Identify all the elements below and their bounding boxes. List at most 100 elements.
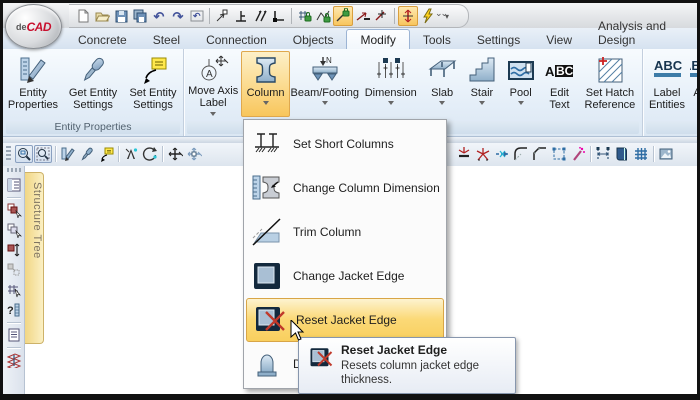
get-entity-settings-button[interactable]: Get Entity Settings bbox=[62, 51, 124, 117]
zoom-extents-icon[interactable] bbox=[34, 145, 52, 163]
structure-tree-tab[interactable]: Structure Tree bbox=[25, 172, 44, 344]
break-icon[interactable] bbox=[455, 145, 473, 163]
tab-modify[interactable]: Modify bbox=[346, 29, 409, 49]
tab-steel[interactable]: Steel bbox=[140, 30, 193, 49]
grid-snap-lock-icon[interactable] bbox=[295, 7, 313, 25]
column-head-icon bbox=[250, 347, 284, 381]
explode-icon[interactable] bbox=[474, 145, 492, 163]
move-axis-label-button[interactable]: A Move Axis Label bbox=[185, 51, 241, 117]
hatch-reference-icon bbox=[594, 53, 626, 87]
fillet-icon[interactable] bbox=[512, 145, 530, 163]
entity-properties-button[interactable]: Entity Properties bbox=[4, 51, 62, 117]
osnap-lock-icon[interactable] bbox=[333, 6, 353, 26]
toolbar-drag-handle[interactable] bbox=[6, 146, 11, 162]
snap-to-entity-icon[interactable] bbox=[354, 7, 372, 25]
ribbon-group-partial: ABC Label Entities AB A bbox=[643, 49, 697, 136]
edit-text-button[interactable]: ABC Edit Text bbox=[540, 51, 579, 117]
tab-objects[interactable]: Objects bbox=[280, 30, 347, 49]
dropdown-caret bbox=[479, 101, 485, 108]
set-hatch-reference-button[interactable]: Set Hatch Reference bbox=[579, 51, 641, 117]
entity-properties-small-icon[interactable] bbox=[59, 145, 77, 163]
copy-entity-icon[interactable] bbox=[5, 201, 23, 219]
parallel-snap-icon[interactable] bbox=[251, 7, 269, 25]
move-entity-icon[interactable] bbox=[5, 241, 23, 259]
magic-select-icon[interactable] bbox=[569, 145, 587, 163]
undo-all-icon[interactable]: ↶ bbox=[188, 7, 206, 25]
toolbar-drag-handle[interactable] bbox=[7, 168, 21, 172]
customize-quick-access-icon[interactable]: ⌄⌄ bbox=[435, 8, 446, 19]
separator bbox=[291, 8, 292, 24]
move-axis-label-small-icon[interactable] bbox=[122, 145, 140, 163]
perpendicular-snap-icon[interactable] bbox=[232, 7, 250, 25]
menu-item-label: Change Column Dimension bbox=[293, 181, 440, 195]
left-toolbar: ? bbox=[3, 166, 25, 394]
menu-item-change-column-dimension[interactable]: Change Column Dimension bbox=[244, 166, 446, 210]
edit-text-icon: ABC bbox=[543, 53, 575, 87]
menu-item-set-short-columns[interactable]: Set Short Columns bbox=[244, 122, 446, 166]
slab-button[interactable]: Slab bbox=[422, 51, 463, 117]
dimension-button[interactable]: Dimension bbox=[360, 51, 422, 117]
move-icon[interactable] bbox=[166, 145, 184, 163]
undo-icon[interactable]: ↶ bbox=[150, 7, 168, 25]
reset-jacket-edge-icon bbox=[253, 303, 287, 337]
chamfer-icon[interactable] bbox=[531, 145, 549, 163]
partial-cutoff-button[interactable]: AB A bbox=[690, 51, 697, 117]
ruler-pencil-icon bbox=[17, 53, 49, 87]
zoom-window-icon[interactable] bbox=[15, 145, 33, 163]
grid-edit-icon[interactable] bbox=[5, 281, 23, 299]
ortho-toggle-icon[interactable] bbox=[398, 6, 418, 26]
report-document-icon[interactable] bbox=[5, 326, 23, 344]
stretch-icon[interactable] bbox=[185, 145, 203, 163]
svg-text:BC: BC bbox=[556, 64, 574, 78]
separator bbox=[118, 146, 119, 162]
stair-button[interactable]: Stair bbox=[463, 51, 502, 117]
copy-entity-alt-icon[interactable] bbox=[5, 221, 23, 239]
move-axis-label-icon: A bbox=[197, 53, 229, 85]
save-all-icon[interactable] bbox=[131, 7, 149, 25]
set-entity-settings-button[interactable]: Set Entity Settings bbox=[124, 51, 182, 117]
pool-button[interactable]: Pool bbox=[501, 51, 540, 117]
polyline-snap-lock-icon[interactable] bbox=[314, 7, 332, 25]
array-entity-icon[interactable] bbox=[5, 261, 23, 279]
menu-item-change-jacket-edge[interactable]: Change Jacket Edge bbox=[244, 254, 446, 298]
move-node-icon[interactable] bbox=[213, 7, 231, 25]
edit-toolbar-left-group bbox=[6, 145, 203, 163]
column-button[interactable]: Column bbox=[241, 51, 290, 117]
query-entity-icon[interactable]: ? bbox=[5, 301, 23, 319]
tab-analysis-and-design[interactable]: Analysis and Design bbox=[585, 16, 697, 49]
short-columns-icon bbox=[250, 127, 284, 161]
dimension-icon bbox=[375, 53, 407, 87]
new-file-icon[interactable] bbox=[74, 7, 92, 25]
corner-snap-icon[interactable] bbox=[270, 7, 288, 25]
redo-icon[interactable]: ↷ bbox=[169, 7, 187, 25]
rotate-icon[interactable] bbox=[141, 145, 159, 163]
tab-settings[interactable]: Settings bbox=[464, 30, 533, 49]
tab-connection[interactable]: Connection bbox=[193, 30, 280, 49]
application-button[interactable]: deCAD bbox=[5, 4, 62, 49]
insert-image-icon[interactable] bbox=[657, 145, 675, 163]
storey-section-icon[interactable] bbox=[5, 351, 23, 369]
grid-icon[interactable] bbox=[632, 145, 650, 163]
save-icon[interactable] bbox=[112, 7, 130, 25]
open-file-icon[interactable] bbox=[93, 7, 111, 25]
properties-list-icon[interactable] bbox=[5, 176, 23, 194]
set-entity-settings-small-icon[interactable] bbox=[97, 145, 115, 163]
dropdown-caret bbox=[439, 101, 445, 108]
label-entities-button[interactable]: ABC Label Entities bbox=[644, 51, 690, 117]
dimension-small-icon[interactable] bbox=[594, 145, 612, 163]
tab-view[interactable]: View bbox=[533, 30, 585, 49]
snap-to-point-icon[interactable] bbox=[373, 7, 391, 25]
svg-text:N: N bbox=[326, 56, 332, 65]
beam-footing-button[interactable]: N Beam/Footing bbox=[290, 51, 360, 117]
menu-item-reset-jacket-edge[interactable]: Reset Jacket Edge bbox=[246, 298, 444, 342]
tab-concrete[interactable]: Concrete bbox=[65, 30, 140, 49]
menu-item-trim-column[interactable]: Trim Column bbox=[244, 210, 446, 254]
get-entity-settings-small-icon[interactable] bbox=[78, 145, 96, 163]
library-icon[interactable] bbox=[613, 145, 631, 163]
tab-tools[interactable]: Tools bbox=[410, 30, 464, 49]
select-region-icon[interactable] bbox=[550, 145, 568, 163]
partial-abc-icon: AB bbox=[690, 53, 697, 87]
tooltip-body: Resets column jacket edge thickness. bbox=[341, 359, 509, 387]
extend-icon[interactable] bbox=[493, 145, 511, 163]
svg-text:A: A bbox=[206, 69, 213, 80]
